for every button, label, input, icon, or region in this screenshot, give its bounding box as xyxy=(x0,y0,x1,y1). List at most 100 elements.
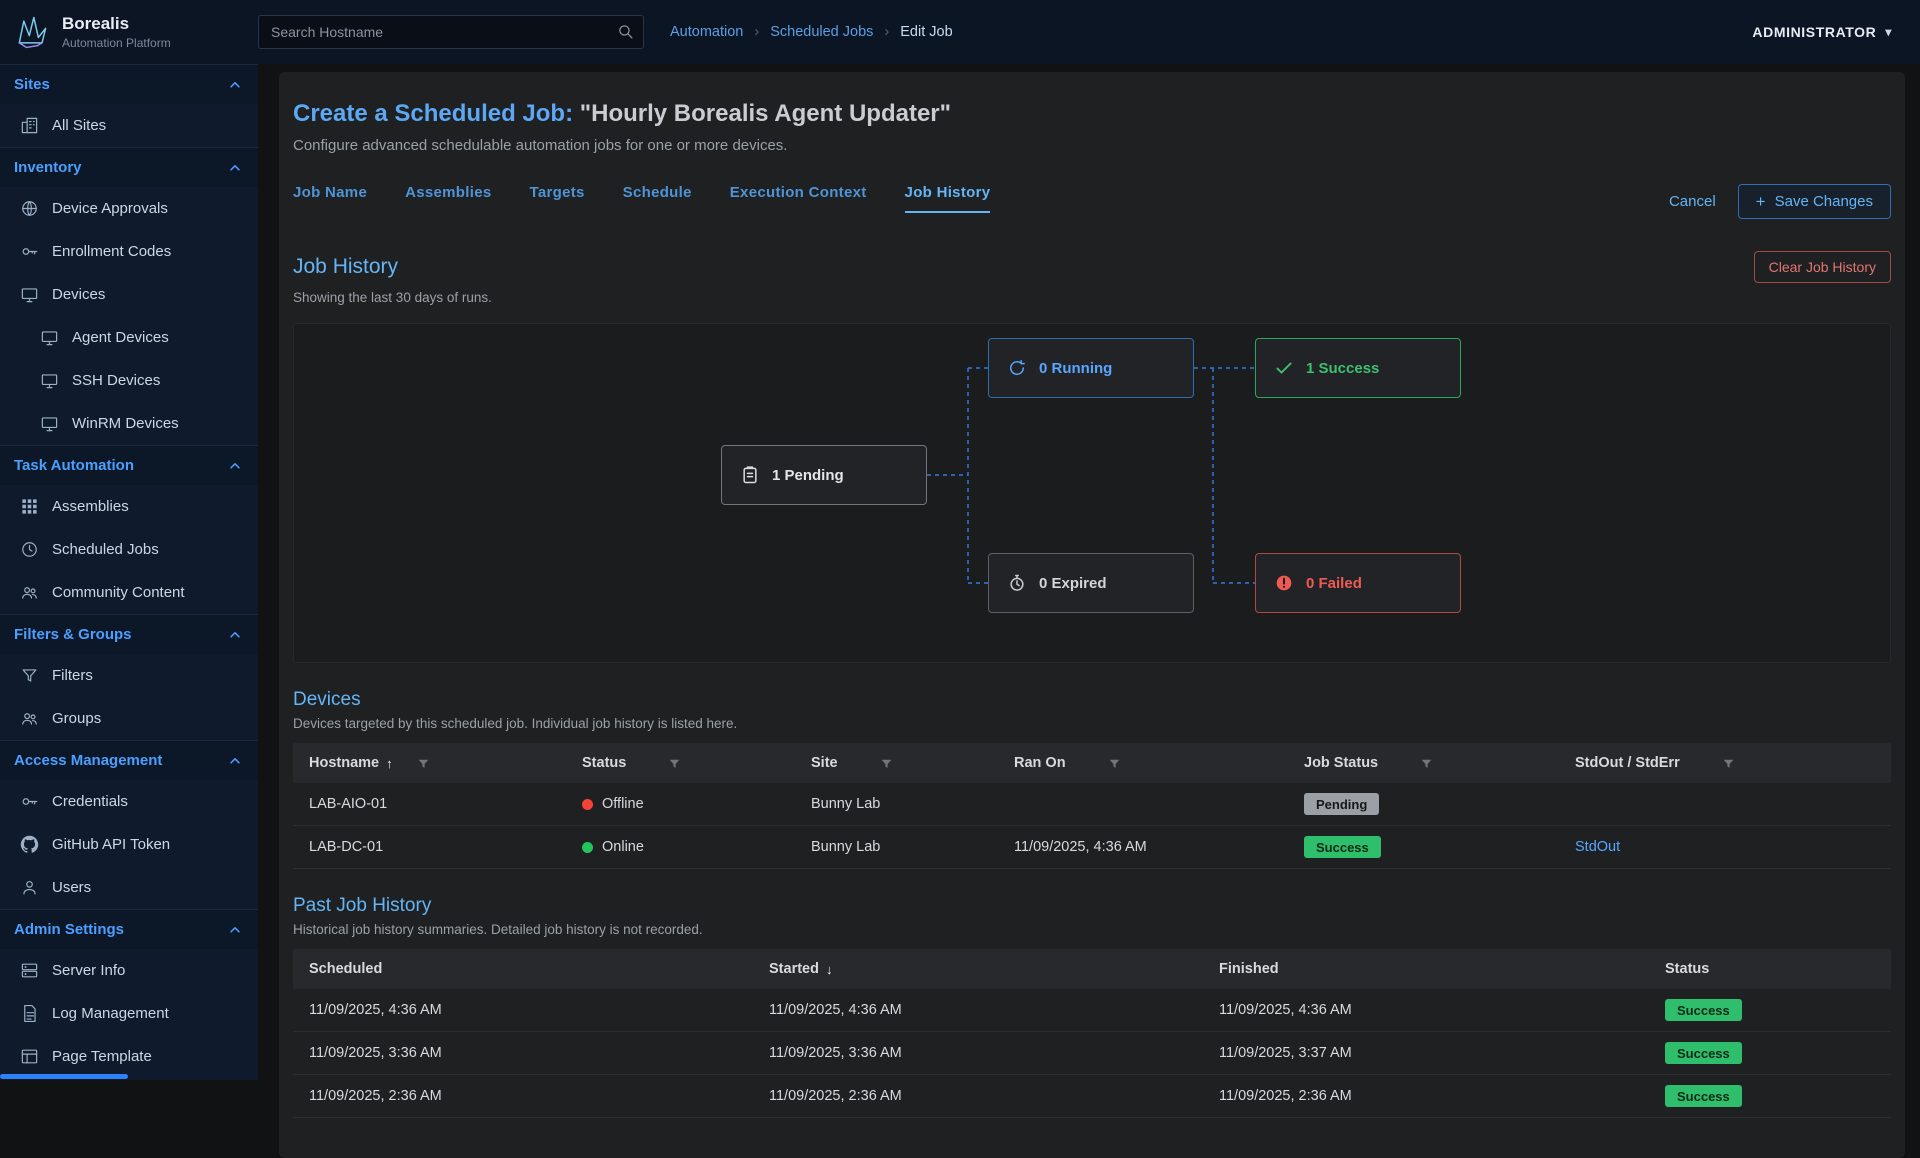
column-header-scheduled[interactable]: Scheduled xyxy=(293,961,753,977)
cell-status: Success xyxy=(1649,999,1891,1021)
filter-funnel-icon[interactable] xyxy=(1420,757,1433,770)
save-changes-button[interactable]: + Save Changes xyxy=(1738,184,1891,219)
sidebar-item-groups[interactable]: Groups xyxy=(0,697,258,740)
column-header-finished[interactable]: Finished xyxy=(1203,961,1649,977)
job-history-header-row: Job History Clear Job History xyxy=(293,251,1891,283)
cell-scheduled: 11/09/2025, 3:36 AM xyxy=(293,1045,753,1061)
devices-table: Hostname ↑ Status Site Ran On Job xyxy=(293,743,1891,869)
tab-job-name[interactable]: Job Name xyxy=(293,184,367,213)
tab-assemblies[interactable]: Assemblies xyxy=(405,184,491,213)
filter-funnel-icon[interactable] xyxy=(668,757,681,770)
failed-count-card: 0 Failed xyxy=(1255,553,1461,613)
column-header-site[interactable]: Site xyxy=(795,755,998,771)
clear-job-history-button[interactable]: Clear Job History xyxy=(1754,251,1891,283)
sidebar-item-label: Filters xyxy=(52,667,93,684)
cell-finished: 11/09/2025, 2:36 AM xyxy=(1203,1088,1649,1104)
sidebar-item-agent-devices[interactable]: Agent Devices xyxy=(0,316,258,359)
sidebar-item-label: All Sites xyxy=(52,117,106,134)
sidebar-item-devices[interactable]: Devices xyxy=(0,273,258,316)
column-header-status[interactable]: Status xyxy=(1649,961,1891,977)
sidebar-item-page-template[interactable]: Page Template xyxy=(0,1035,258,1078)
search-input[interactable] xyxy=(258,15,644,49)
filter-funnel-icon[interactable] xyxy=(417,757,430,770)
page-subtitle: Configure advanced schedulable automatio… xyxy=(293,137,1891,154)
past-job-row[interactable]: 11/09/2025, 4:36 AM 11/09/2025, 4:36 AM … xyxy=(293,989,1891,1032)
column-header-ran-on[interactable]: Ran On xyxy=(998,755,1288,771)
sidebar-item-all-sites[interactable]: All Sites xyxy=(0,104,258,147)
breadcrumb-automation[interactable]: Automation xyxy=(670,24,743,40)
column-header-hostname[interactable]: Hostname ↑ xyxy=(293,755,566,771)
sidebar-horizontal-scrollbar-thumb[interactable] xyxy=(0,1074,128,1079)
sidebar-section-admin-settings[interactable]: Admin Settings xyxy=(0,909,258,949)
tab-targets[interactable]: Targets xyxy=(529,184,584,213)
person-icon xyxy=(20,878,39,897)
key-icon xyxy=(20,792,39,811)
sidebar-item-community-content[interactable]: Community Content xyxy=(0,571,258,614)
sidebar-item-scheduled-jobs[interactable]: Scheduled Jobs xyxy=(0,528,258,571)
sidebar-item-server-info[interactable]: Server Info xyxy=(0,949,258,992)
sidebar-item-enrollment-codes[interactable]: Enrollment Codes xyxy=(0,230,258,273)
tab-job-history[interactable]: Job History xyxy=(905,184,991,213)
sidebar-item-label: Assemblies xyxy=(52,498,129,515)
device-row[interactable]: LAB-DC-01 Online Bunny Lab 11/09/2025, 4… xyxy=(293,826,1891,869)
sidebar: Sites All Sites Inventory Device Approva… xyxy=(0,64,258,1080)
stdout-link[interactable]: StdOut xyxy=(1575,839,1620,855)
page-title: Create a Scheduled Job: "Hourly Borealis… xyxy=(293,100,1891,128)
sidebar-section-sites[interactable]: Sites xyxy=(0,64,258,104)
top-bar: Borealis Automation Platform Automation … xyxy=(0,0,1920,64)
breadcrumb-separator-icon: › xyxy=(754,24,759,40)
sidebar-item-ssh-devices[interactable]: SSH Devices xyxy=(0,359,258,402)
expired-count-card: 0 Expired xyxy=(988,553,1194,613)
column-header-stdout-stderr[interactable]: StdOut / StdErr xyxy=(1559,755,1891,771)
hostname-search xyxy=(258,15,644,49)
tab-execution-context[interactable]: Execution Context xyxy=(730,184,867,213)
column-header-job-status[interactable]: Job Status xyxy=(1288,755,1559,771)
cancel-button[interactable]: Cancel xyxy=(1669,193,1716,210)
sidebar-section-access-management[interactable]: Access Management xyxy=(0,740,258,780)
cell-finished: 11/09/2025, 4:36 AM xyxy=(1203,1002,1649,1018)
sidebar-item-log-management[interactable]: Log Management xyxy=(0,992,258,1035)
sidebar-section-task-automation[interactable]: Task Automation xyxy=(0,445,258,485)
breadcrumb-scheduled-jobs[interactable]: Scheduled Jobs xyxy=(770,24,873,40)
chevron-up-icon xyxy=(228,754,242,768)
sidebar-item-github-api-token[interactable]: GitHub API Token xyxy=(0,823,258,866)
column-header-status[interactable]: Status xyxy=(566,755,795,771)
sidebar-section-inventory[interactable]: Inventory xyxy=(0,147,258,187)
sidebar-item-credentials[interactable]: Credentials xyxy=(0,780,258,823)
sidebar-item-users[interactable]: Users xyxy=(0,866,258,909)
filter-funnel-icon[interactable] xyxy=(1108,757,1121,770)
clock-icon xyxy=(20,540,39,559)
cell-started: 11/09/2025, 2:36 AM xyxy=(753,1088,1203,1104)
device-row[interactable]: LAB-AIO-01 Offline Bunny Lab Pending xyxy=(293,783,1891,826)
sort-desc-icon: ↓ xyxy=(826,962,833,977)
user-menu-label: ADMINISTRATOR xyxy=(1752,24,1876,40)
cell-hostname: LAB-DC-01 xyxy=(293,839,566,855)
sidebar-item-device-approvals[interactable]: Device Approvals xyxy=(0,187,258,230)
tab-schedule[interactable]: Schedule xyxy=(623,184,692,213)
sidebar-item-filters[interactable]: Filters xyxy=(0,654,258,697)
sidebar-section-filters-groups[interactable]: Filters & Groups xyxy=(0,614,258,654)
filter-funnel-icon[interactable] xyxy=(1722,757,1735,770)
cell-finished: 11/09/2025, 3:37 AM xyxy=(1203,1045,1649,1061)
filter-funnel-icon[interactable] xyxy=(880,757,893,770)
column-label: Site xyxy=(811,755,838,771)
chevron-down-icon: ▾ xyxy=(1885,25,1892,39)
sidebar-item-assemblies[interactable]: Assemblies xyxy=(0,485,258,528)
sidebar-item-winrm-devices[interactable]: WinRM Devices xyxy=(0,402,258,445)
past-job-row[interactable]: 11/09/2025, 2:36 AM 11/09/2025, 2:36 AM … xyxy=(293,1075,1891,1118)
cell-hostname: LAB-AIO-01 xyxy=(293,796,566,812)
brand-name: Borealis xyxy=(62,14,171,34)
monitor-icon xyxy=(40,328,59,347)
column-header-started[interactable]: Started ↓ xyxy=(753,961,1203,977)
user-menu[interactable]: ADMINISTRATOR ▾ xyxy=(1752,24,1920,40)
offline-status-dot xyxy=(582,799,593,810)
alert-circle-icon xyxy=(1274,573,1294,593)
globe-icon xyxy=(20,199,39,218)
clipboard-icon xyxy=(740,465,760,485)
section-title: Admin Settings xyxy=(14,921,124,938)
success-count-label: 1 Success xyxy=(1306,360,1379,377)
cell-status: Success xyxy=(1649,1042,1891,1064)
past-job-row[interactable]: 11/09/2025, 3:36 AM 11/09/2025, 3:36 AM … xyxy=(293,1032,1891,1075)
chevron-up-icon xyxy=(228,923,242,937)
status-badge: Success xyxy=(1304,836,1381,858)
